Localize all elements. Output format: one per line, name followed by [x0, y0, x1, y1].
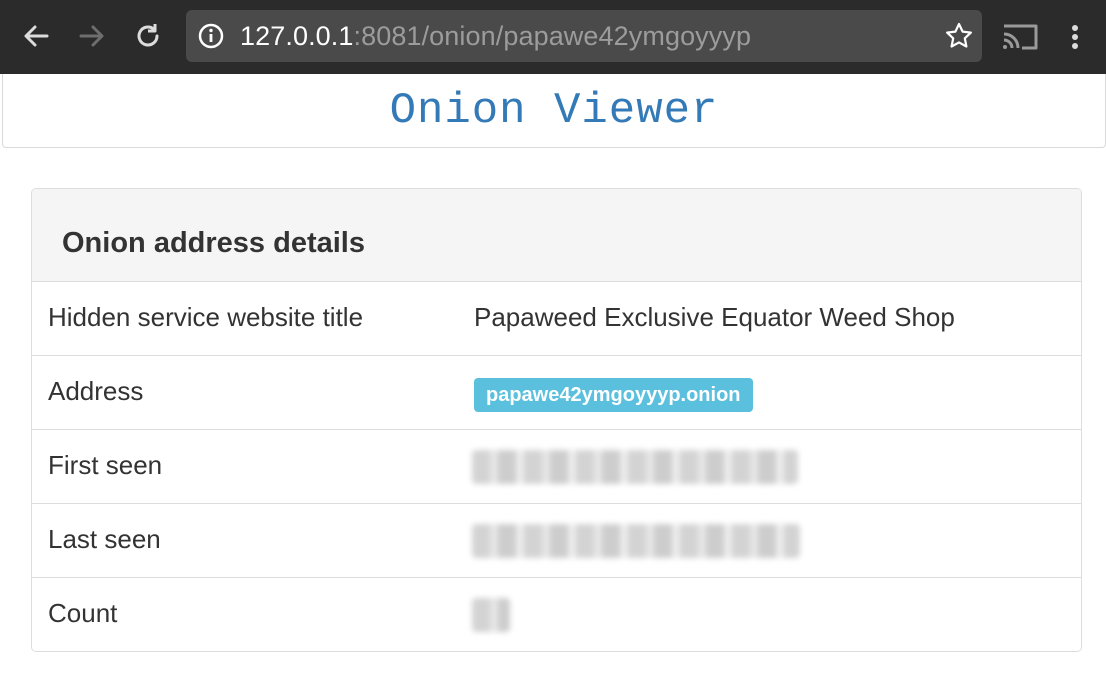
forward-button[interactable] — [74, 18, 110, 54]
forward-icon — [79, 25, 104, 47]
back-button[interactable] — [18, 18, 54, 54]
site-header: Onion Viewer — [2, 74, 1106, 148]
table-row: Hidden service website title Papaweed Ex… — [32, 282, 1081, 356]
site-title[interactable]: Onion Viewer — [3, 86, 1105, 136]
row-label: Count — [48, 598, 118, 628]
browser-toolbar: 127.0.0.1:8081/onion/papawe42ymgoyyyp — [0, 0, 1106, 74]
website-title-value: Papaweed Exclusive Equator Weed Shop — [474, 302, 955, 332]
last-seen-value-redacted — [472, 524, 800, 558]
address-bar[interactable]: 127.0.0.1:8081/onion/papawe42ymgoyyyp — [186, 10, 982, 62]
info-icon[interactable] — [198, 23, 224, 49]
url-host: 127.0.0.1 — [240, 21, 354, 51]
address-badge: papawe42ymgoyyyp.onion — [474, 378, 753, 412]
url-text[interactable]: 127.0.0.1:8081/onion/papawe42ymgoyyyp — [240, 21, 751, 51]
details-panel: Onion address details Hidden service web… — [31, 188, 1082, 652]
panel-heading: Onion address details — [32, 189, 1081, 282]
count-value-redacted — [472, 598, 510, 632]
row-label: Address — [48, 376, 144, 406]
reload-button[interactable] — [130, 18, 166, 54]
row-label: First seen — [48, 450, 163, 480]
table-row: First seen — [32, 430, 1081, 504]
url-path: :8081/onion/papawe42ymgoyyyp — [353, 21, 752, 51]
first-seen-value-redacted — [472, 450, 798, 484]
cast-icon[interactable] — [1000, 20, 1040, 54]
star-icon[interactable] — [944, 21, 974, 51]
panel-title: Onion address details — [62, 227, 365, 259]
back-icon — [24, 25, 49, 47]
table-row: Address papawe42ymgoyyyp.onion — [32, 356, 1081, 430]
row-label: Last seen — [48, 524, 161, 554]
row-label: Hidden service website title — [48, 302, 364, 332]
menu-icon[interactable] — [1060, 20, 1090, 54]
reload-icon — [137, 24, 159, 47]
table-row: Count — [32, 578, 1081, 651]
table-row: Last seen — [32, 504, 1081, 578]
